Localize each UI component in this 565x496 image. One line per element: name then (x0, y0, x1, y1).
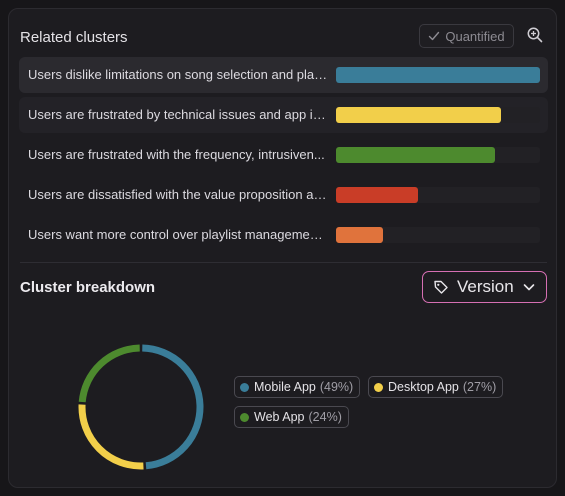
cluster-row[interactable]: Users dislike limitations on song select… (19, 57, 548, 93)
legend-item-mobile-app[interactable]: Mobile App (49%) (234, 376, 361, 398)
zoom-in-icon[interactable] (526, 26, 544, 44)
cluster-label: Users dislike limitations on song select… (28, 67, 328, 82)
legend-dot (240, 382, 249, 392)
legend-percent: (27%) (462, 380, 497, 394)
check-icon (429, 31, 440, 41)
cluster-label: Users are dissatisfied with the value pr… (28, 187, 328, 202)
cluster-row[interactable]: Users are dissatisfied with the value pr… (19, 177, 548, 213)
chevron-down-icon (523, 284, 535, 291)
cluster-bar (336, 147, 496, 163)
related-clusters-panel: Related clusters Quantified Users dislik… (8, 8, 557, 488)
quantified-label: Quantified (445, 28, 505, 44)
legend-percent: (49%) (319, 380, 354, 394)
cluster-row[interactable]: Users are frustrated by technical issues… (19, 97, 548, 133)
legend-dot (374, 382, 383, 392)
quantified-button[interactable]: Quantified (419, 24, 514, 48)
cluster-list: Users dislike limitations on song select… (19, 57, 548, 257)
cluster-bar-track (336, 227, 540, 243)
cluster-bar (336, 187, 418, 203)
cluster-bar (336, 107, 502, 123)
version-dropdown[interactable]: Version (422, 271, 547, 303)
cluster-row[interactable]: Users want more control over playlist ma… (19, 217, 548, 253)
cluster-breakdown-donut (78, 344, 204, 470)
cluster-label: Users want more control over playlist ma… (28, 227, 328, 242)
legend-percent: (24%) (308, 410, 342, 424)
cluster-bar-track (336, 147, 540, 163)
cluster-bar-track (336, 67, 540, 83)
cluster-breakdown-title: Cluster breakdown (20, 279, 156, 296)
legend-label: Desktop App (388, 380, 459, 394)
section-divider (20, 262, 547, 263)
cluster-bar-track (336, 107, 540, 123)
cluster-label: Users are frustrated with the frequency,… (28, 147, 325, 162)
cluster-bar-track (336, 187, 540, 203)
version-dropdown-label: Version (457, 277, 514, 296)
legend-dot (240, 412, 249, 422)
cluster-label: Users are frustrated by technical issues… (28, 107, 328, 122)
legend-label: Web App (254, 410, 305, 424)
donut-slice-desktop-app (78, 404, 144, 470)
legend-label: Mobile App (254, 380, 316, 394)
donut-slice-mobile-app (142, 344, 204, 470)
legend-item-web-app[interactable]: Web App (24%) (234, 406, 349, 428)
cluster-row[interactable]: Users are frustrated with the frequency,… (19, 137, 548, 173)
cluster-bar (336, 67, 540, 83)
cluster-bar (336, 227, 383, 243)
donut-slice-web-app (78, 344, 140, 403)
tag-icon (434, 280, 448, 294)
legend-item-desktop-app[interactable]: Desktop App (27%) (368, 376, 504, 398)
related-clusters-title: Related clusters (20, 29, 128, 46)
